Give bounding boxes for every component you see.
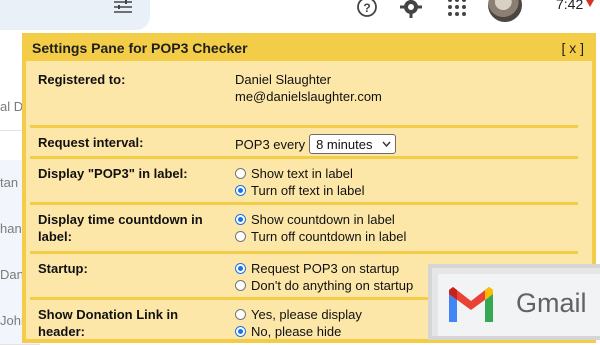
display-donation-radio[interactable] [235,309,246,320]
registered-label: Registered to: [38,72,126,87]
request-on-startup-option-label: Request POP3 on startup [251,261,400,276]
display-pop3-label: Display "POP3" in label: [38,166,188,181]
donation-options: Yes, please display No, please hide [235,306,362,339]
gmail-wordmark: Gmail [516,288,587,318]
do-nothing-on-startup-option[interactable]: Don't do anything on startup [235,277,413,294]
registered-value: Daniel Slaughter me@danielslaughter.com [235,71,382,105]
show-text-option-label: Show text in label [251,166,353,181]
request-interval-row: Request interval: POP3 every 8 minutes [30,128,578,159]
request-on-startup-option[interactable]: Request POP3 on startup [235,260,413,277]
donation-label: Show Donation Link in header: [38,307,179,339]
turn-off-countdown-radio[interactable] [235,231,246,242]
hide-donation-radio[interactable] [235,326,246,337]
settings-gear-icon[interactable] [400,0,422,18]
search-bar-area [0,0,150,30]
turn-off-countdown-option[interactable]: Turn off countdown in label [235,228,406,245]
registered-email: me@danielslaughter.com [235,89,382,104]
show-text-radio[interactable] [235,168,246,179]
show-countdown-option-label: Show countdown in label [251,212,395,227]
filter-options-icon[interactable] [113,0,133,14]
registered-name: Daniel Slaughter [235,72,332,87]
do-nothing-on-startup-option-label: Don't do anything on startup [251,278,414,293]
gmail-badge-inner: Gmail [438,274,600,336]
notification-indicator-icon [586,0,594,7]
registered-row: Registered to: Daniel Slaughter me@danie… [30,65,578,128]
display-donation-option-label: Yes, please display [251,307,362,322]
interval-selected-value: 8 minutes [316,136,373,152]
display-pop3-row: Display "POP3" in label: Show text in la… [30,159,578,205]
do-nothing-on-startup-radio[interactable] [235,280,246,291]
startup-label: Startup: [38,261,88,276]
startup-options: Request POP3 on startup Don't do anythin… [235,260,413,294]
pane-header: Settings Pane for POP3 Checker [ x ] [26,37,592,61]
gmail-badge: Gmail [428,264,600,340]
account-avatar[interactable] [488,0,522,22]
request-interval-label: Request interval: [38,135,144,150]
apps-grid-icon[interactable] [446,0,468,18]
pane-title: Settings Pane for POP3 Checker [32,40,248,56]
gmail-logo-icon [449,287,493,322]
show-countdown-option[interactable]: Show countdown in label [235,211,406,228]
chevron-down-icon [382,141,391,147]
countdown-row: Display time countdown in label: Show co… [30,205,578,254]
request-on-startup-radio[interactable] [235,263,246,274]
turn-off-text-option[interactable]: Turn off text in label [235,182,364,199]
display-donation-option[interactable]: Yes, please display [235,306,362,323]
show-countdown-radio[interactable] [235,214,246,225]
close-button[interactable]: [ x ] [561,40,584,56]
email-sender: tan [0,175,19,190]
countdown-options: Show countdown in label Turn off countdo… [235,211,406,245]
help-icon[interactable]: ? [356,0,378,18]
clock-time: 7:42 [556,0,584,12]
turn-off-countdown-option-label: Turn off countdown in label [251,229,407,244]
interval-select[interactable]: 8 minutes [309,134,397,154]
interval-prefix: POP3 every [235,136,306,152]
svg-text:?: ? [363,1,370,15]
turn-off-text-option-label: Turn off text in label [251,183,365,198]
show-text-option[interactable]: Show text in label [235,165,364,182]
request-interval-value: POP3 every 8 minutes [235,134,397,154]
countdown-label: Display time countdown in label: [38,212,203,244]
display-pop3-options: Show text in label Turn off text in labe… [235,165,364,199]
turn-off-text-radio[interactable] [235,185,246,196]
hide-donation-option[interactable]: No, please hide [235,323,362,339]
hide-donation-option-label: No, please hide [251,324,342,339]
